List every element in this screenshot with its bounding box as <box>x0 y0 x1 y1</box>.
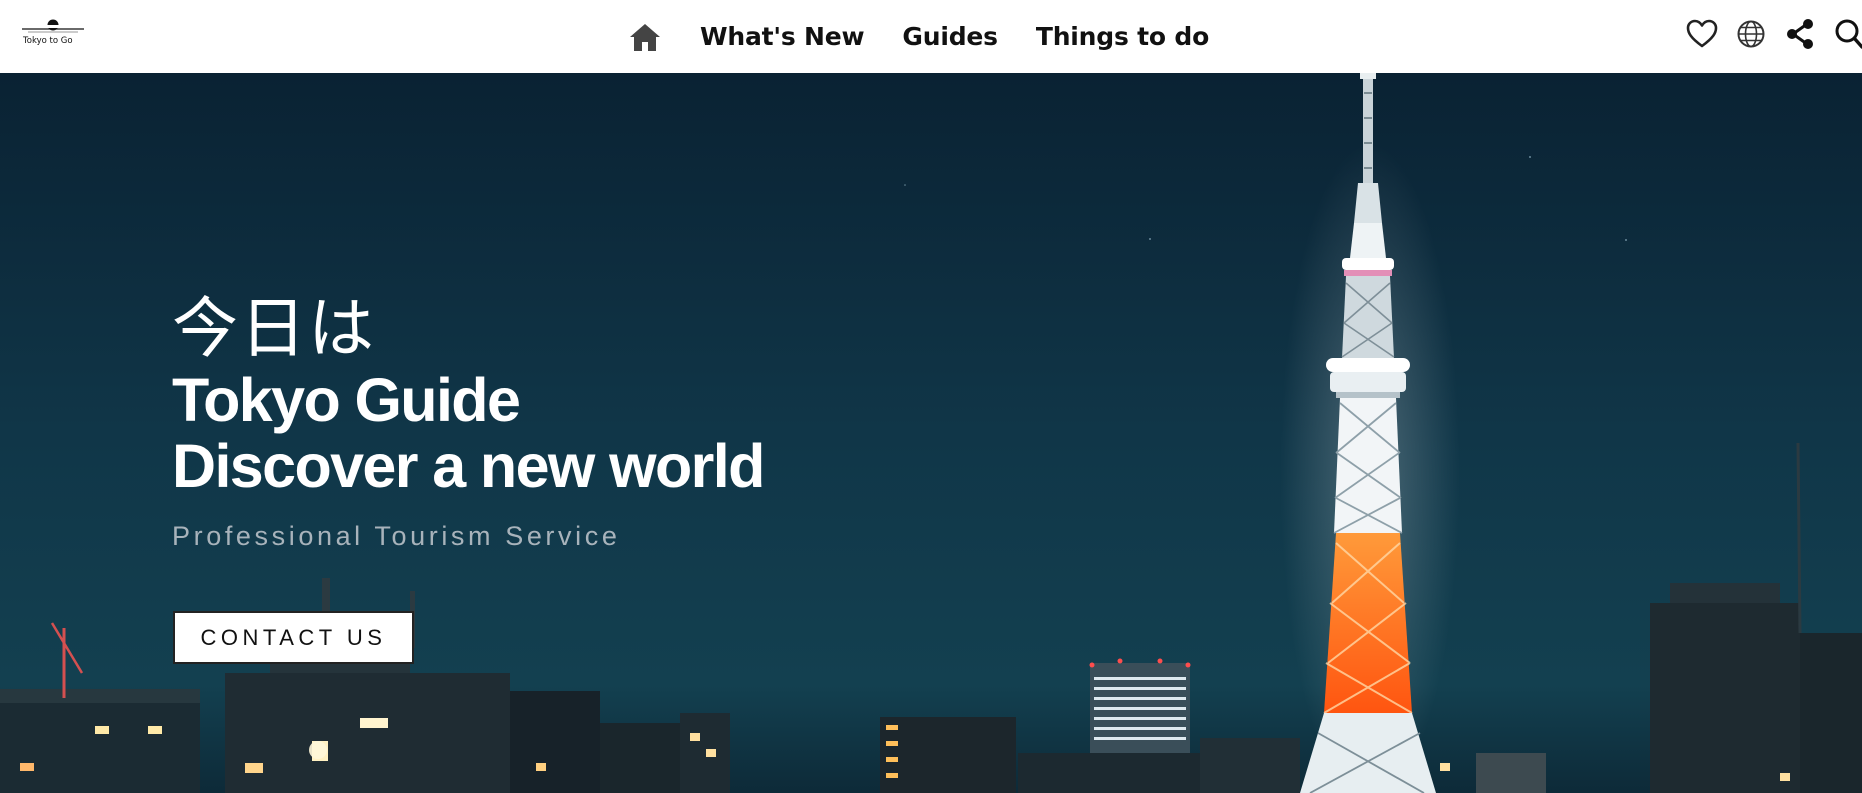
hero-banner: 今日は Tokyo Guide Discover a new world Pro… <box>0 73 1862 793</box>
globe-icon[interactable] <box>1734 17 1768 51</box>
hero-tagline: Professional Tourism Service <box>172 521 621 551</box>
nav-link-guides[interactable]: Guides <box>902 22 998 51</box>
contact-us-button[interactable]: CONTACT US <box>173 611 414 664</box>
site-header: Tokyo to Go What's New Guides Things to … <box>0 0 1862 73</box>
header-actions <box>1685 14 1862 54</box>
hero-title-line-2: Discover a new world <box>172 432 765 500</box>
main-nav: What's New Guides Things to do <box>628 0 1209 73</box>
hero-copy: 今日は Tokyo Guide Discover a new world Pro… <box>172 290 765 552</box>
hero-title-line-1: Tokyo Guide <box>172 366 521 434</box>
share-icon[interactable] <box>1783 17 1817 51</box>
site-logo[interactable]: Tokyo to Go <box>20 16 86 50</box>
search-icon[interactable] <box>1832 17 1862 51</box>
nav-link-things-to-do[interactable]: Things to do <box>1036 22 1209 51</box>
home-icon[interactable] <box>628 21 662 53</box>
logo-mark-icon <box>22 19 84 33</box>
nav-link-whats-new[interactable]: What's New <box>700 22 865 51</box>
heart-icon[interactable] <box>1685 17 1719 51</box>
hero-kanji: 今日は <box>172 290 376 367</box>
logo-text: Tokyo to Go <box>23 36 73 46</box>
